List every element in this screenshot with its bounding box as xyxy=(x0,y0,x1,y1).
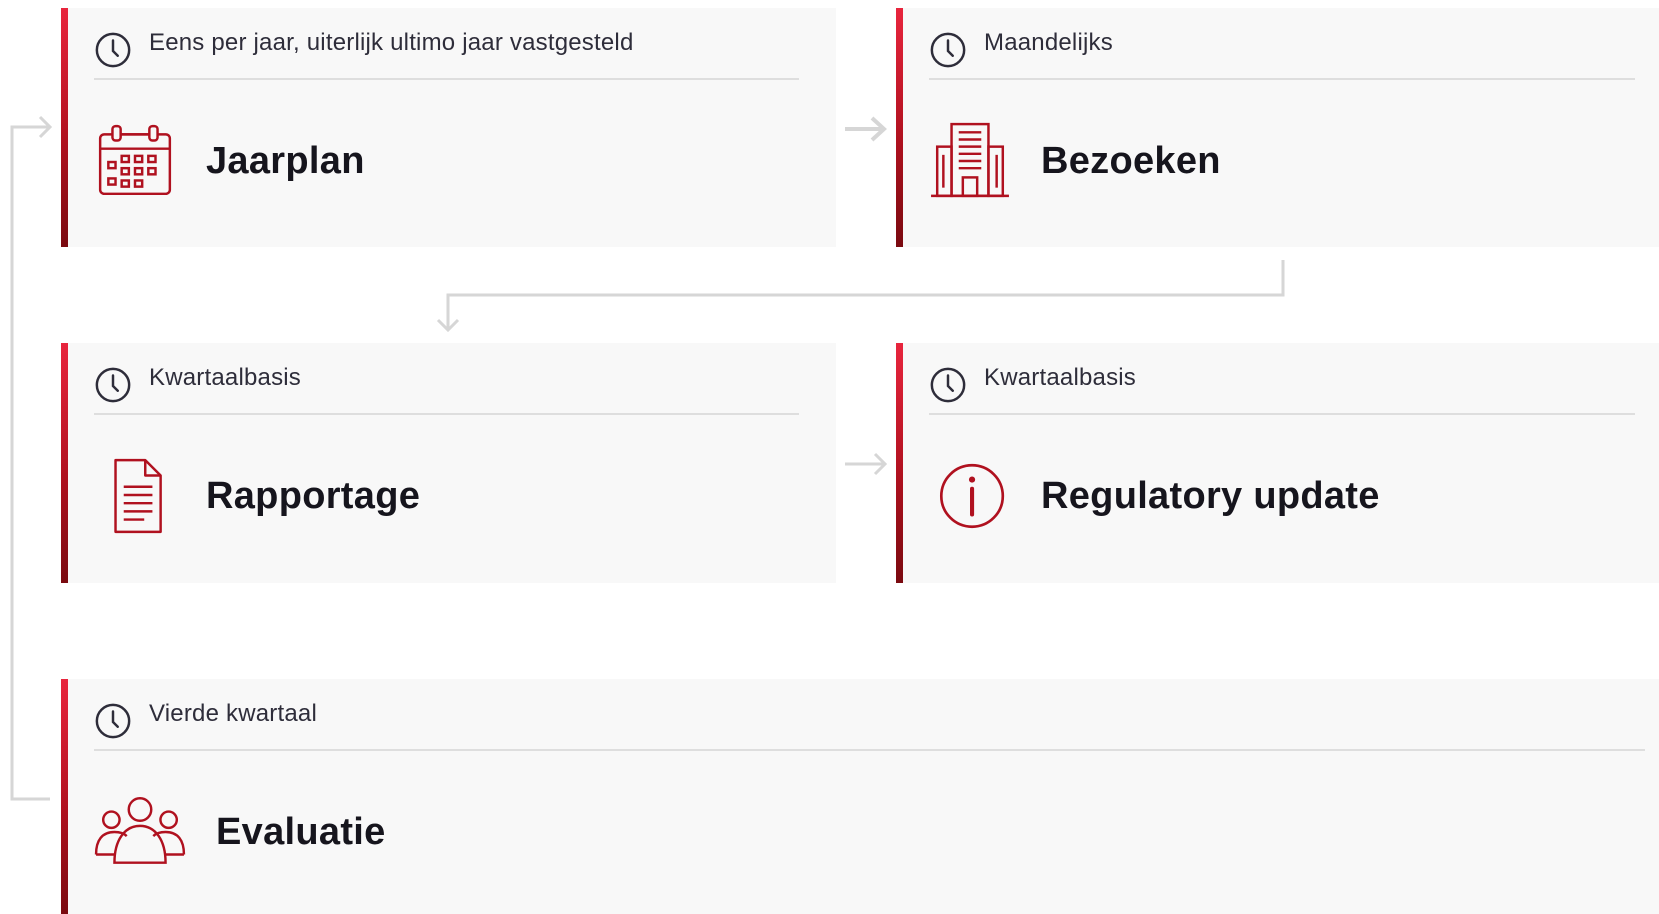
frequency-label: Kwartaalbasis xyxy=(149,364,302,391)
building-icon xyxy=(931,122,1009,198)
card-accent-bar xyxy=(61,8,68,247)
card-accent-bar xyxy=(61,343,68,583)
info-icon xyxy=(939,463,1005,529)
card-accent-bar xyxy=(61,679,68,914)
calendar-icon xyxy=(98,124,172,196)
card-title: Regulatory update xyxy=(1041,474,1380,517)
card-title: Evaluatie xyxy=(216,810,386,853)
group-icon xyxy=(94,797,186,864)
card-title: Rapportage xyxy=(206,474,421,517)
frequency-label: Kwartaalbasis xyxy=(984,364,1137,391)
card-title: Bezoeken xyxy=(1041,139,1221,182)
card-header: Maandelijks xyxy=(929,8,1635,80)
card-bezoeken: Maandelijks Bezoeken xyxy=(896,8,1659,247)
frequency-label: Maandelijks xyxy=(984,29,1113,56)
card-accent-bar xyxy=(896,8,903,247)
card-header: Vierde kwartaal xyxy=(94,679,1645,751)
card-header: Kwartaalbasis xyxy=(929,343,1635,415)
clock-icon xyxy=(930,32,966,68)
card-header: Eens per jaar, uiterlijk ultimo jaar vas… xyxy=(94,8,799,80)
clock-icon xyxy=(95,367,131,403)
card-regulatory-update: Kwartaalbasis Regulatory update xyxy=(896,343,1659,583)
clock-icon xyxy=(95,703,131,739)
frequency-label: Eens per jaar, uiterlijk ultimo jaar vas… xyxy=(149,29,634,56)
loop-connector-evaluatie-to-jaarplan xyxy=(10,115,53,801)
card-body: Rapportage xyxy=(94,455,420,537)
arrow-rapportage-to-regulatory-update xyxy=(845,452,888,476)
card-jaarplan: Eens per jaar, uiterlijk ultimo jaar vas… xyxy=(61,8,836,247)
document-icon xyxy=(114,458,162,534)
card-accent-bar xyxy=(896,343,903,583)
card-body: Regulatory update xyxy=(929,455,1380,537)
card-rapportage: Kwartaalbasis Rapportage xyxy=(61,343,836,583)
card-evaluatie: Vierde kwartaal Evaluatie xyxy=(61,679,1659,914)
arrow-jaarplan-to-bezoeken xyxy=(845,116,887,142)
card-body: Jaarplan xyxy=(94,120,365,202)
connector-bezoeken-to-rapportage xyxy=(436,260,1285,333)
card-body: Bezoeken xyxy=(929,120,1221,202)
frequency-label: Vierde kwartaal xyxy=(149,700,317,727)
clock-icon xyxy=(930,367,966,403)
card-header: Kwartaalbasis xyxy=(94,343,799,415)
card-title: Jaarplan xyxy=(206,139,365,182)
clock-icon xyxy=(95,32,131,68)
card-body: Evaluatie xyxy=(94,791,386,873)
